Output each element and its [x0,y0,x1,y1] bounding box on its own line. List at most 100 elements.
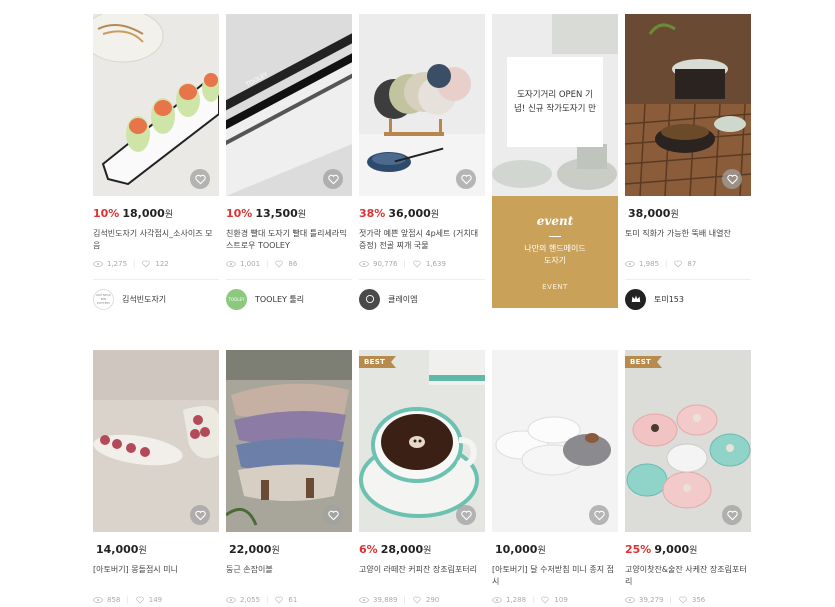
price: 22,000 [229,543,272,556]
price: 13,500 [255,207,298,220]
heart-outline-icon [674,260,683,268]
product-title[interactable]: [아토버기] 달 수저받침 미니 종지 접시 [492,564,618,588]
wishlist-heart-icon[interactable] [323,169,343,189]
view-count: 1,275 [107,260,128,268]
heart-outline-icon [275,596,284,604]
product-image[interactable] [625,14,751,196]
product-title[interactable]: 김석빈도자기 사각접시_소사이즈 모음 [93,228,219,252]
product-image[interactable] [226,350,352,532]
discount-rate: 10% [226,207,253,220]
price-line: 10,000원 [492,543,618,557]
like-count: 356 [691,596,706,604]
seller-logo-text: KIM SEOK BIN POTTERY [96,293,111,305]
seller-info[interactable]: KIM SEOK BIN POTTERY 김석빈도자기 [93,279,219,310]
product-title[interactable]: 토미 직화가 가능한 뚝배 내열잔 [625,228,751,252]
divider [549,236,561,237]
best-badge: BEST [625,356,663,368]
view-count: 1,001 [240,260,261,268]
price: 10,000 [495,543,538,556]
event-title: event [536,214,574,228]
product-card[interactable]: 10% 18,000원 김석빈도자기 사각접시_소사이즈 모음 1,275 | 12… [93,14,219,310]
currency-unit: 원 [423,546,432,556]
event-banner[interactable]: 도자기거리 OPEN 기념! 신규 작가도자기 만 event 나만의 핸드메이… [492,14,618,308]
currency-unit: 원 [297,210,307,220]
wishlist-heart-icon[interactable] [323,505,343,525]
seller-logo [359,288,380,310]
seller-name[interactable]: 클레이엠 [388,294,417,305]
product-image[interactable] [93,14,219,196]
seller-name[interactable]: TOOLEY 툴리 [255,294,304,305]
wishlist-heart-icon[interactable] [722,505,742,525]
seller-logo-text: TOOLEY [228,296,245,302]
product-stats: 1,985 | 87 [625,258,751,270]
price-line: 22,000원 [226,543,352,557]
eye-icon [93,261,103,267]
product-stats: 39,279 | 356 [625,594,751,606]
seller-info[interactable]: 토미153 [625,279,751,310]
like-count: 86 [288,260,298,268]
seller-info[interactable]: 클레이엠 [359,279,485,310]
view-count: 90,776 [373,260,398,268]
eye-icon [226,597,236,603]
product-title[interactable]: 둥근 손잡이볼 [226,564,352,588]
event-desc-line: 나만의 핸드메이드 [524,244,586,253]
eye-icon [226,261,236,267]
seller-logo [625,288,646,310]
product-title[interactable]: 고양이 라떼잔 커피잔 장조림포터리 [359,564,485,588]
product-image[interactable]: BEST [625,350,751,532]
wishlist-heart-icon[interactable] [190,505,210,525]
wishlist-heart-icon[interactable] [190,169,210,189]
product-card[interactable]: 38% 36,000원 젓가락 예쁜 앞접시 4p세트 (거치대증정) 전골 찌개… [359,14,485,310]
product-image[interactable]: BEST [359,350,485,532]
product-card[interactable]: BEST 6% 28,000원 고양이 라떼잔 커피잔 장조림포터리 39,889… [359,350,485,606]
discount-rate: 10% [93,207,120,220]
event-panel[interactable]: event 나만의 핸드메이드 도자기 EVENT [492,196,618,308]
like-count: 290 [425,596,440,604]
product-image[interactable] [93,350,219,532]
event-photo: 도자기거리 OPEN 기념! 신규 작가도자기 만 [492,14,618,196]
seller-info[interactable]: TOOLEY TOOLEY 툴리 [226,279,352,310]
product-card[interactable]: 22,000원 둥근 손잡이볼 2,055 | 61 [226,350,352,606]
product-card[interactable]: BEST 25% 9,000원 고양이찻잔&술잔 사케잔 장조림포터리 39,27… [625,350,751,606]
product-title[interactable]: [아토버기] 몽돌접시 미니 [93,564,219,588]
product-title[interactable]: 친환경 빨대 도자기 빨대 틀리세라믹스트로우 TOOLEY [226,228,352,252]
product-card[interactable]: 10,000원 [아토버기] 달 수저받침 미니 종지 접시 1,288 | 10… [492,350,618,606]
event-desc-line: 도자기 [543,256,567,265]
price: 18,000 [122,207,165,220]
price-line: 38,000원 [625,207,751,221]
currency-unit: 원 [138,546,147,556]
product-image[interactable]: TOOLEY [226,14,352,196]
currency-unit: 원 [164,210,174,220]
wishlist-heart-icon[interactable] [589,505,609,525]
product-card[interactable]: 14,000원 [아토버기] 몽돌접시 미니 858 | 149 [93,350,219,606]
price-line: 38% 36,000원 [359,207,485,221]
product-image[interactable] [492,350,618,532]
seller-name[interactable]: 김석빈도자기 [122,294,166,305]
view-count: 39,279 [639,596,664,604]
currency-unit: 원 [670,210,679,220]
view-count: 2,055 [240,596,261,604]
price-line: 10% 18,000원 [93,207,219,221]
product-card[interactable]: 38,000원 토미 직화가 가능한 뚝배 내열잔 1,985 | 87 토미15… [625,14,751,310]
product-stats: 39,889 | 290 [359,594,485,606]
product-title[interactable]: 젓가락 예쁜 앞접시 4p세트 (거치대증정) 전골 찌개 국물 [359,228,485,252]
product-title[interactable]: 고양이찻잔&술잔 사케잔 장조림포터리 [625,564,751,588]
wishlist-heart-icon[interactable] [722,169,742,189]
like-count: 122 [155,260,169,268]
currency-unit: 원 [689,546,698,556]
eye-icon [359,261,369,267]
wishlist-heart-icon[interactable] [456,505,476,525]
event-description: 나만의 핸드메이드 도자기 [492,243,618,267]
clay-logo-icon [365,294,374,304]
view-count: 1,288 [506,596,527,604]
eye-icon [492,597,502,603]
like-count: 1,639 [425,260,446,268]
wishlist-heart-icon[interactable] [456,169,476,189]
product-image[interactable] [359,14,485,196]
eye-icon [359,597,369,603]
seller-logo: TOOLEY [226,288,247,310]
seller-name[interactable]: 토미153 [654,294,684,305]
currency-unit: 원 [271,546,280,556]
heart-outline-icon [136,596,144,604]
product-card[interactable]: TOOLEY 10% 13,500원 친환경 빨대 도자기 빨대 틀리세라믹스트로… [226,14,352,310]
